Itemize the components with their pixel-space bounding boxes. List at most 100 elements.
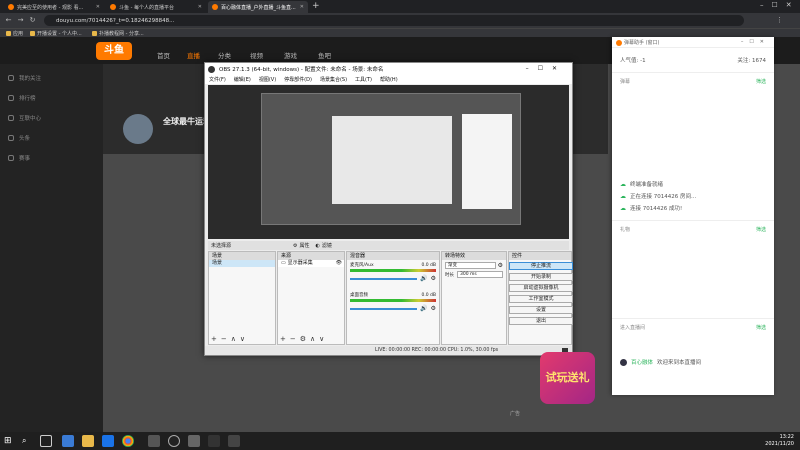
bookmark-item[interactable]: 扑播教程网 - 分享... bbox=[92, 30, 144, 37]
channel-level: 0.0 dB bbox=[421, 262, 436, 268]
up-icon[interactable]: ∧ bbox=[231, 335, 236, 343]
app-icon[interactable] bbox=[148, 435, 160, 447]
up-icon[interactable]: ∧ bbox=[310, 335, 315, 343]
exit-button[interactable]: 退出 bbox=[509, 317, 573, 325]
nav-video[interactable]: 视频 bbox=[250, 50, 263, 60]
filter-icon[interactable]: ◐ bbox=[316, 243, 320, 249]
remove-icon[interactable]: − bbox=[290, 335, 296, 343]
filter-link[interactable]: 筛选 bbox=[756, 226, 766, 233]
start-recording-button[interactable]: 开始录制 bbox=[509, 273, 573, 281]
url-field[interactable]: douyu.com/7014426?_t=0.18246298848... bbox=[44, 15, 744, 26]
app-icon[interactable] bbox=[188, 435, 200, 447]
task-view-icon[interactable] bbox=[40, 435, 52, 447]
add-icon[interactable]: + bbox=[211, 335, 217, 343]
bookmark-item[interactable]: 应用 bbox=[6, 30, 23, 37]
back-icon[interactable]: ← bbox=[4, 16, 13, 25]
bookmark-label: 开播设置 - 个人中... bbox=[37, 31, 82, 37]
filter-link[interactable]: 筛选 bbox=[756, 78, 766, 85]
store-icon[interactable] bbox=[102, 435, 114, 447]
gear-icon[interactable]: ⚙ bbox=[498, 262, 503, 269]
close-icon[interactable]: ✕ bbox=[198, 4, 202, 10]
bookmark-item[interactable]: 开播设置 - 个人中... bbox=[30, 30, 82, 37]
down-icon[interactable]: ∨ bbox=[319, 335, 324, 343]
no-source-label: 未选择源 bbox=[211, 243, 232, 249]
window-controls[interactable]: –☐✕ bbox=[741, 39, 770, 45]
popularity-label: 人气值: bbox=[620, 58, 639, 64]
down-icon[interactable]: ∨ bbox=[240, 335, 245, 343]
sidebar-item-events[interactable]: 赛事 bbox=[8, 154, 30, 162]
menu-scene-collection[interactable]: 场景集合(S) bbox=[320, 76, 347, 83]
filter-link[interactable]: 筛选 bbox=[756, 324, 766, 331]
section-title: 弹幕 bbox=[620, 79, 631, 85]
studio-mode-button[interactable]: 工作室模式 bbox=[509, 295, 573, 303]
add-icon[interactable]: + bbox=[280, 335, 286, 343]
chrome-icon[interactable] bbox=[122, 435, 134, 447]
app-icon[interactable] bbox=[228, 435, 240, 447]
speaker-icon[interactable]: 🔊 bbox=[420, 305, 427, 312]
obs-icon[interactable] bbox=[168, 435, 180, 447]
browser-tab-bar: 完美应至的使用者 - 观影 看... ✕ 斗鱼 - 每个人的直播平台 ✕ 百心融… bbox=[0, 0, 800, 13]
volume-slider[interactable] bbox=[350, 277, 418, 280]
source-item[interactable]: ▭ 显示器采集 👁 bbox=[278, 260, 344, 267]
sidebar-item-following[interactable]: 我的关注 bbox=[8, 74, 41, 82]
browser-tab-3[interactable]: 百心融体直播_户外直播_斗鱼直... ✕ bbox=[208, 1, 308, 13]
volume-slider[interactable] bbox=[350, 307, 418, 310]
sidebar-item-rank[interactable]: 排行榜 bbox=[8, 94, 36, 102]
gift-banner[interactable]: 试玩送礼 bbox=[540, 352, 595, 404]
nav-games[interactable]: 游戏 bbox=[284, 50, 297, 60]
menu-help[interactable]: 帮助(H) bbox=[380, 76, 398, 83]
windows-start-icon[interactable]: ⊞ bbox=[4, 435, 16, 447]
app-icon[interactable] bbox=[208, 435, 220, 447]
settings-button[interactable]: 设置 bbox=[509, 306, 573, 314]
sidebar-item-headline[interactable]: 头条 bbox=[8, 134, 30, 142]
window-controls[interactable]: –☐✕ bbox=[760, 1, 800, 9]
gear-icon[interactable]: ⚙ bbox=[431, 275, 436, 282]
sidebar-item-interact[interactable]: 互联中心 bbox=[8, 114, 41, 122]
gear-icon[interactable]: ⚙ bbox=[293, 243, 297, 249]
window-controls[interactable]: –☐✕ bbox=[526, 65, 566, 72]
mixer-dock: 混音器 麦克风/Aux 0.0 dB 🔊 ⚙ 桌面音频 0.0 dB 🔊 ⚙ bbox=[346, 251, 440, 345]
nav-live[interactable]: 直播 bbox=[187, 50, 200, 60]
reload-icon[interactable]: ↻ bbox=[28, 16, 37, 25]
scene-item[interactable]: 场景 bbox=[209, 260, 275, 267]
properties-button[interactable]: 属性 bbox=[300, 242, 310, 249]
speaker-icon[interactable]: 🔊 bbox=[420, 275, 427, 282]
eye-icon[interactable]: 👁 bbox=[336, 260, 342, 267]
menu-tools[interactable]: 工具(T) bbox=[355, 76, 372, 83]
menu-icon[interactable]: ⋮ bbox=[775, 16, 784, 25]
menu-docks[interactable]: 停靠部件(D) bbox=[284, 76, 312, 83]
nav-fishbar[interactable]: 鱼吧 bbox=[318, 50, 331, 60]
menu-edit[interactable]: 编辑(E) bbox=[234, 76, 251, 83]
forward-icon[interactable]: → bbox=[16, 16, 25, 25]
menu-view[interactable]: 视图(V) bbox=[259, 76, 276, 83]
folder-icon[interactable] bbox=[82, 435, 94, 447]
dock-title: 来源 bbox=[278, 252, 344, 260]
dock-title: 控件 bbox=[509, 252, 571, 260]
follows-label: 关注: bbox=[737, 58, 751, 64]
new-tab-icon[interactable]: + bbox=[312, 1, 320, 11]
site-logo[interactable]: 斗鱼 bbox=[96, 42, 132, 60]
transition-select[interactable]: 渐变 bbox=[445, 262, 496, 269]
obs-statusbar: LIVE: 00:00:00 REC: 00:00:00 CPU: 1.0%, … bbox=[205, 346, 572, 355]
search-icon[interactable]: ⌕ bbox=[22, 435, 34, 447]
mixer-channel: 麦克风/Aux 0.0 dB 🔊 ⚙ bbox=[347, 260, 439, 284]
gear-icon[interactable]: ⚙ bbox=[431, 305, 436, 312]
gear-icon[interactable]: ⚙ bbox=[300, 335, 306, 343]
nav-home[interactable]: 首页 bbox=[157, 50, 170, 60]
remove-icon[interactable]: − bbox=[221, 335, 227, 343]
duration-input[interactable]: 300 ms bbox=[457, 271, 503, 278]
system-clock[interactable]: 13:22 2021/11/20 bbox=[765, 434, 794, 448]
edge-icon[interactable] bbox=[62, 435, 74, 447]
trophy-icon bbox=[8, 155, 14, 161]
virtual-camera-button[interactable]: 启动虚拟摄像机 bbox=[509, 284, 573, 292]
obs-preview[interactable] bbox=[208, 85, 569, 239]
close-icon[interactable]: ✕ bbox=[300, 4, 304, 10]
stop-streaming-button[interactable]: 停止推流 bbox=[509, 262, 573, 270]
filters-button[interactable]: 滤镜 bbox=[322, 242, 332, 249]
avatar[interactable] bbox=[123, 114, 153, 144]
menu-file[interactable]: 文件(F) bbox=[209, 76, 226, 83]
nav-category[interactable]: 分类 bbox=[218, 50, 231, 60]
close-icon[interactable]: ✕ bbox=[96, 4, 100, 10]
browser-tab-2[interactable]: 斗鱼 - 每个人的直播平台 ✕ bbox=[106, 1, 206, 13]
browser-tab-1[interactable]: 完美应至的使用者 - 观影 看... ✕ bbox=[4, 1, 104, 13]
